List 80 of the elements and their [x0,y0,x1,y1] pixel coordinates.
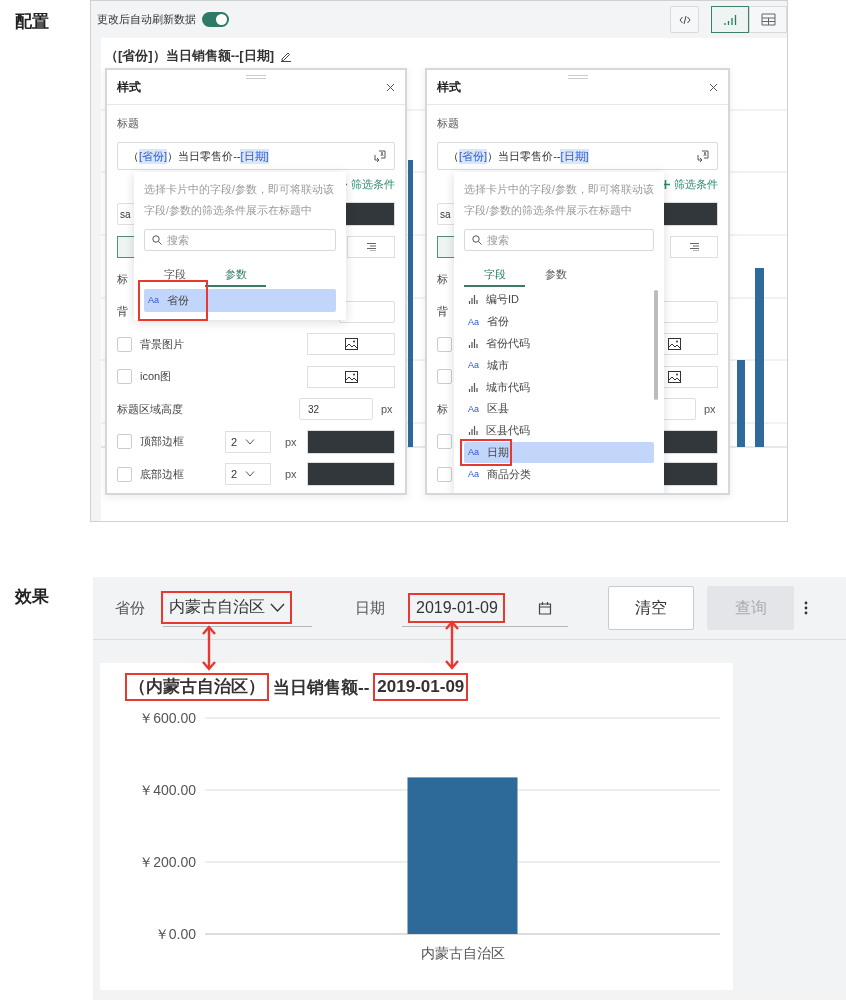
field-label: icon图 [140,370,172,382]
unit-label: px [381,403,394,415]
field-label: 背 [437,304,449,319]
field-name: 城市 [487,357,509,373]
width-select[interactable]: 2 [225,430,271,453]
field-name: 省份 [487,314,509,330]
highlighted-title-text: 2019-01-09 [373,673,469,701]
field-label: 标题区域高度 [117,402,183,415]
unit-label: px [285,468,298,480]
field-label: 顶部边框 [140,435,184,447]
field-name: 省份 [167,292,189,308]
field-name: 日期 [487,444,509,460]
field-label: 标 [117,271,128,287]
field-name: 省份代码 [486,336,530,351]
field-label: 背 [117,304,129,319]
field-item[interactable]: Aa 区县 [464,398,654,420]
field-token: [省份] [459,148,488,164]
tab[interactable]: 参数 [205,263,266,287]
tab[interactable]: 参数 [525,263,586,287]
width-select[interactable]: 2 [225,463,271,485]
field-name: 区县代码 [486,423,530,439]
tab[interactable]: 字段 [464,263,525,287]
text-type-icon: Aa [468,360,479,371]
province-select[interactable]: 内蒙古自治区 [163,589,312,627]
field-name: 区县 [487,401,509,417]
hint-text: 选择卡片中的字段/参数，即可将联动该字段/参数的筛选条件展示在标题中 [144,182,335,218]
input-text: （ [448,148,459,164]
section-label: 配置 [14,11,50,33]
title-input[interactable]: （[省份]）当日零售价--[日期] [437,142,718,170]
height-input[interactable]: 32 [299,398,373,420]
field-item[interactable]: Aa 日期 [464,441,654,464]
axis-label: ￥600.00 [139,710,196,726]
input-text: （ [128,148,139,164]
category-label: 内蒙古自治区 [420,945,505,961]
text-type-icon: Aa [468,403,479,414]
field-item[interactable]: 区县代码 [464,419,654,442]
panel-title: 样式 [117,78,141,96]
filter-label: 日期 [355,598,385,618]
field-label: 标 [437,271,448,287]
field-name: 编号ID [486,292,519,308]
hint-text: 选择卡片中的字段/参数，即可将联动该字段/参数的筛选条件展示在标题中 [464,182,654,218]
input-text: ）当日零售价-- [487,148,561,164]
field-item[interactable]: 城市代码 [464,376,654,398]
field-label: 标 [437,402,448,415]
section-label: 效果 [14,586,50,608]
title-input[interactable]: （[省份]）当日零售价--[日期] [117,142,395,170]
field-name: 商品分类 [487,466,531,482]
text-type-icon: Aa [148,295,159,306]
field-name: 城市代码 [486,379,530,395]
filter-label: 省份 [115,598,145,618]
unit-label: px [285,435,298,448]
axis-label: ￥0.00 [154,926,196,942]
tab[interactable]: 字段 [144,263,205,287]
chart-title: （[省份]）当日销售额--[日期] [105,47,274,65]
field-token: [日期] [560,148,589,164]
field-token: [省份] [139,148,168,164]
field-item[interactable]: Aa 商品分类 [464,463,654,486]
section-label: 标题 [437,116,460,131]
axis-label: ￥200.00 [139,854,196,870]
text-type-icon: Aa [468,447,479,458]
field-token: [日期] [240,148,269,164]
section-label: 标题 [117,116,140,131]
highlighted-title-text: （内蒙古自治区） [125,673,269,701]
date-field[interactable]: 2019-01-09 [402,589,568,627]
text-type-icon: Aa [468,469,479,480]
panel-title: 样式 [437,78,461,96]
input-text: ）当日零售价-- [167,148,241,164]
field-item[interactable]: Aa 省份 [464,310,654,333]
toggle-label: 更改后自动刷新数据 [97,12,196,27]
field-item[interactable]: Aa 省份 [144,289,336,312]
clear-button[interactable]: 清空 [608,586,694,630]
field-item[interactable]: 编号ID [464,289,654,311]
field-label: 背景图片 [140,337,184,350]
field-label: 底部边框 [140,467,184,480]
title-text: 当日销售额-- [273,676,370,699]
axis-label: ￥400.00 [139,782,196,798]
field-item[interactable]: Aa 城市 [464,354,654,377]
unit-label: px [704,403,717,415]
text-type-icon: Aa [468,316,479,327]
field-item[interactable]: 省份代码 [464,332,654,355]
